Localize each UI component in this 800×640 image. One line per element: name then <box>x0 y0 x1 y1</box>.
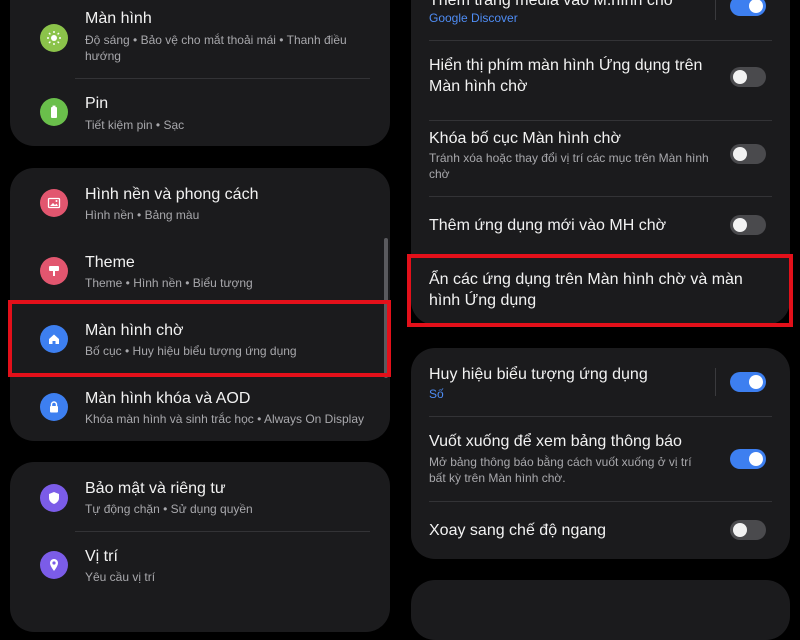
next-settings-group <box>411 580 790 640</box>
settings-item-location[interactable]: Vị trí Yêu cầu vị trí <box>10 532 390 602</box>
location-pin-icon <box>40 551 68 579</box>
settings-item-subtitle: Tiết kiệm pin • Sạc <box>85 118 185 132</box>
settings-item-theme[interactable]: Theme Theme • Hình nền • Biểu tượng <box>10 236 390 304</box>
settings-item-subtitle: Theme • Hình nền • Biểu tượng <box>85 276 253 290</box>
toggle-add-new-apps[interactable] <box>730 215 766 235</box>
highlight-box-home-screen <box>8 300 391 377</box>
toggle-lock-layout[interactable] <box>730 144 766 164</box>
sun-icon <box>40 24 68 52</box>
settings-item-security[interactable]: Bảo mật và riêng tư Tự động chặn • Sử dụ… <box>10 462 390 532</box>
settings-item-subtitle: Độ sáng • Bảo vệ cho mắt thoải mái • Tha… <box>85 33 347 63</box>
settings-item-subtitle: Yêu cầu vị trí <box>85 570 156 584</box>
setting-lock-layout[interactable]: Khóa bố cục Màn hình chờ Tránh xóa hoặc … <box>411 121 790 196</box>
setting-add-new-apps[interactable]: Thêm ứng dụng mới vào MH chờ <box>411 197 790 252</box>
vertical-separator <box>715 368 716 396</box>
toggle-swipe-down[interactable] <box>730 449 766 469</box>
image-icon <box>40 189 68 217</box>
settings-item-display[interactable]: Màn hình Độ sáng • Bảo vệ cho mắt thoải … <box>10 0 390 75</box>
settings-item-title: Theme <box>85 254 135 271</box>
shield-icon <box>40 484 68 512</box>
settings-item-subtitle: Khóa màn hình và sinh trắc học • Always … <box>85 412 365 426</box>
settings-item-title: Hình nền và phong cách <box>85 186 259 203</box>
setting-swipe-down[interactable]: Vuốt xuống để xem bảng thông báo Mở bảng… <box>411 417 790 501</box>
settings-group-security: Bảo mật và riêng tư Tự động chặn • Sử dụ… <box>10 462 390 632</box>
settings-item-wallpaper[interactable]: Hình nền và phong cách Hình nền • Bảng m… <box>10 168 390 236</box>
highlight-box-hide-apps <box>407 254 793 327</box>
settings-item-title: Pin <box>85 95 109 112</box>
setting-rotate[interactable]: Xoay sang chế độ ngang <box>411 502 790 559</box>
setting-title: Hiển thị phím màn hình Ứng dụng trên Màn… <box>429 57 703 95</box>
setting-subtitle: Tránh xóa hoặc thay đổi vị trí các mục t… <box>429 151 709 181</box>
toggle-rotate[interactable] <box>730 520 766 540</box>
setting-title: Thêm ứng dụng mới vào MH chờ <box>429 217 667 234</box>
setting-media-page[interactable]: Thêm trang media vào M.hình chờ Google D… <box>411 0 790 40</box>
settings-group-display: Màn hình Độ sáng • Bảo vệ cho mắt thoải … <box>10 0 390 146</box>
setting-title: Huy hiệu biểu tượng ứng dụng <box>429 366 648 383</box>
setting-app-badges[interactable]: Huy hiệu biểu tượng ứng dụng Số <box>411 348 790 416</box>
settings-item-title: Màn hình khóa và AOD <box>85 390 251 407</box>
divider <box>75 78 370 79</box>
toggle-app-badges[interactable] <box>730 372 766 392</box>
setting-subtitle: Google Discover <box>429 11 518 25</box>
settings-item-title: Vị trí <box>85 548 118 565</box>
setting-title: Vuốt xuống để xem bảng thông báo <box>429 433 682 450</box>
lock-icon <box>40 393 68 421</box>
brush-icon <box>40 257 68 285</box>
setting-subtitle: Số <box>429 387 444 401</box>
toggle-show-apps-button[interactable] <box>730 67 766 87</box>
vertical-separator <box>715 0 716 20</box>
settings-item-lock-screen[interactable]: Màn hình khóa và AOD Khóa màn hình và si… <box>10 372 390 441</box>
setting-subtitle: Mở bảng thông báo bằng cách vuốt xuống ở… <box>429 455 692 485</box>
setting-show-apps-button[interactable]: Hiển thị phím màn hình Ứng dụng trên Màn… <box>411 41 790 120</box>
settings-item-battery[interactable]: Pin Tiết kiệm pin • Sạc <box>10 82 390 142</box>
toggle-media-page[interactable] <box>730 0 766 16</box>
badges-group: Huy hiệu biểu tượng ứng dụng Số Vuốt xuố… <box>411 348 790 559</box>
settings-item-subtitle: Hình nền • Bảng màu <box>85 208 200 222</box>
setting-title: Xoay sang chế độ ngang <box>429 522 607 539</box>
settings-item-title: Màn hình <box>85 10 152 27</box>
setting-title: Khóa bố cục Màn hình chờ <box>429 130 621 147</box>
battery-icon <box>40 98 68 126</box>
settings-item-title: Bảo mật và riêng tư <box>85 480 226 497</box>
settings-item-subtitle: Tự động chặn • Sử dụng quyền <box>85 502 253 516</box>
